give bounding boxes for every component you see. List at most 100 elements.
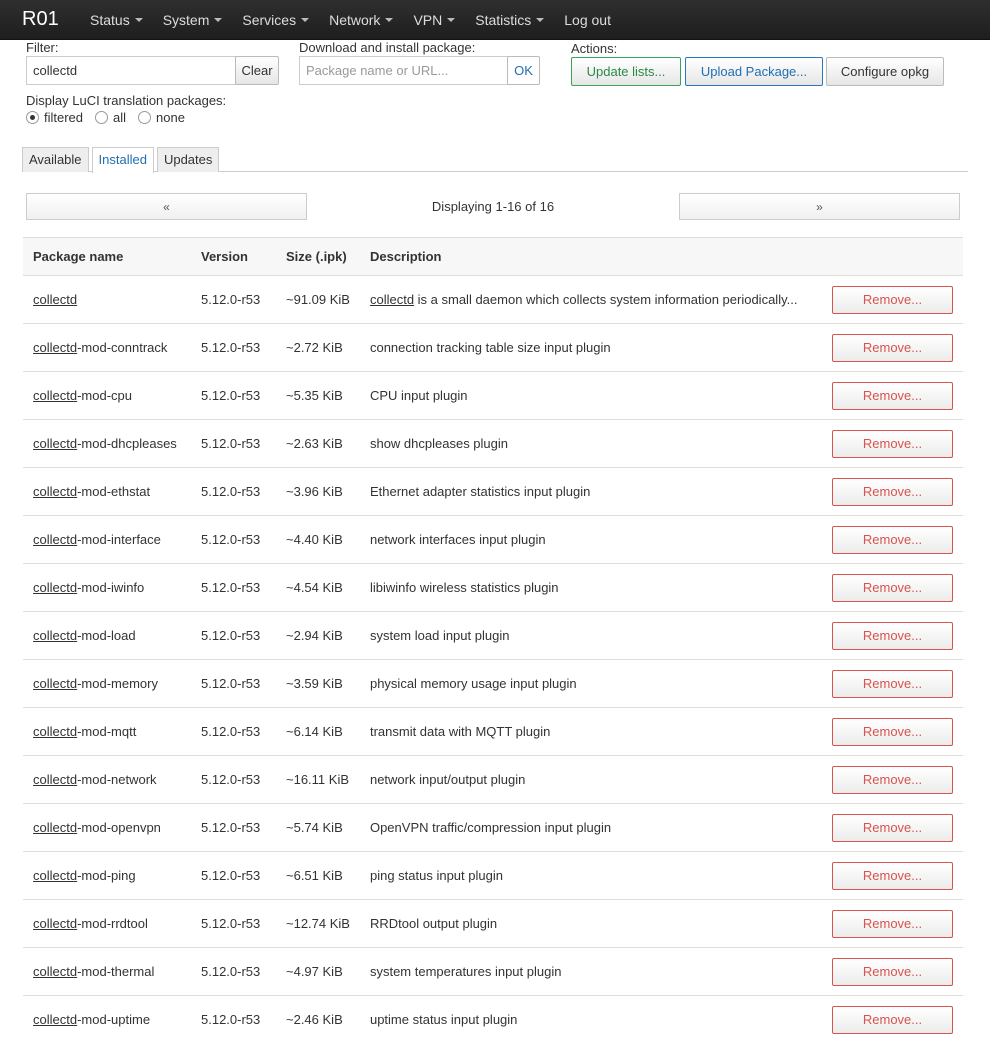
description-text: uptime status input plugin [369,1012,518,1028]
version-cell: 5.12.0-r53 [201,388,261,403]
package-link[interactable]: collectd [33,916,77,931]
nav-vpn[interactable]: VPN [413,12,456,28]
remove-button[interactable]: Remove... [832,285,953,314]
remove-button[interactable]: Remove... [832,429,953,458]
size-cell: ~6.14 KiB [286,724,343,739]
description-text: show dhcpleases plugin [369,436,509,451]
description-cell: collectd is a small daemon which collect… [360,276,822,324]
remove-button[interactable]: Remove... [832,525,953,554]
filter-input[interactable] [26,56,236,85]
description-text: physical memory usage input plugin [369,676,577,691]
package-name-cell: collectd-mod-openvpn [23,804,191,852]
package-name-cell: collectd-mod-conntrack [23,324,191,372]
package-link[interactable]: collectd [33,628,77,643]
update-lists-button[interactable]: Update lists... [571,57,681,86]
remove-button[interactable]: Remove... [832,765,953,794]
remove-button[interactable]: Remove... [832,477,953,506]
description-text: RRDtool output plugin [369,916,498,931]
next-page-button[interactable]: » [679,193,960,220]
remove-button[interactable]: Remove... [832,813,953,842]
package-suffix: -mod-load [77,628,136,643]
radio-none-label[interactable]: none [156,110,185,125]
nav-logout[interactable]: Log out [564,12,611,28]
size-cell: ~4.54 KiB [286,580,343,595]
remove-button[interactable]: Remove... [832,333,953,362]
package-link[interactable]: collectd [33,580,77,595]
package-link[interactable]: collectd [33,964,77,979]
version-cell: 5.12.0-r53 [201,580,261,595]
package-suffix: -mod-mqtt [77,724,137,739]
radio-all-label[interactable]: all [113,110,126,125]
package-suffix: -mod-iwinfo [77,580,145,595]
nav-statistics[interactable]: Statistics [475,12,545,28]
package-link[interactable]: collectd [33,436,77,451]
package-link[interactable]: collectd [33,1012,77,1027]
table-row: collectd-mod-mqtt 5.12.0-r53 ~6.14 KiB tran… [23,707,963,756]
package-link[interactable]: collectd [33,724,77,739]
clear-filter-button[interactable]: Clear [235,56,279,85]
package-link[interactable]: collectd [33,388,77,403]
nav-status[interactable]: Status [90,12,143,28]
remove-button[interactable]: Remove... [832,909,953,938]
package-name-cell: collectd-mod-dhcpleases [23,420,191,468]
description-text: transmit data with MQTT plugin [369,724,551,739]
radio-none[interactable] [138,111,152,124]
package-link[interactable]: collectd [33,292,77,307]
install-ok-button[interactable]: OK [507,56,540,85]
package-url-input[interactable] [299,56,509,85]
description-cell: network interfaces input plugin [360,516,822,564]
remove-button[interactable]: Remove... [832,381,953,410]
package-link[interactable]: collectd [370,292,414,307]
package-suffix: -mod-conntrack [77,340,168,355]
package-link[interactable]: collectd [33,820,77,835]
actions-cell: Remove... [822,372,963,420]
upload-package-button[interactable]: Upload Package... [685,57,823,86]
version-cell: 5.12.0-r53 [201,772,261,787]
size-cell: ~2.46 KiB [286,1012,343,1028]
brand-title[interactable]: R01 [0,8,90,31]
remove-button[interactable]: Remove... [832,621,953,650]
table-row: collectd-mod-uptime 5.12.0-r53 ~2.46 KiB up… [23,995,963,1044]
package-link[interactable]: collectd [33,772,77,787]
package-link[interactable]: collectd [33,532,77,547]
tab-available[interactable]: Available [22,147,89,172]
package-link[interactable]: collectd [33,484,77,499]
actions-cell: Remove... [822,996,963,1044]
table-row: collectd-mod-thermal 5.12.0-r53 ~4.97 KiB s… [23,947,963,996]
remove-button[interactable]: Remove... [832,1005,953,1034]
chevron-down-icon [134,17,143,22]
radio-filtered-label[interactable]: filtered [44,110,83,125]
table-row: collectd-mod-ping 5.12.0-r53 ~6.51 KiB ping… [23,851,963,900]
package-name-cell: collectd-mod-cpu [23,372,191,420]
table-row: collectd-mod-dhcpleases 5.12.0-r53 ~2.63 K… [23,419,963,468]
version-cell: 5.12.0-r53 [201,532,261,547]
nav-services[interactable]: Services [242,12,310,28]
remove-button[interactable]: Remove... [832,957,953,986]
prev-page-button[interactable]: « [26,193,307,220]
remove-button[interactable]: Remove... [832,861,953,890]
nav-network[interactable]: Network [329,12,394,28]
nav-system[interactable]: System [163,12,223,28]
chevron-down-icon [536,17,545,22]
tab-installed[interactable]: Installed [91,147,154,173]
version-cell: 5.12.0-r53 [201,292,261,307]
installed-packages-table: Package name Version Size (.ipk) Descrip… [23,237,963,1044]
description-cell: system load input plugin [360,612,822,660]
tab-updates[interactable]: Updates [156,147,220,172]
col-version: Version [201,249,248,264]
configure-opkg-button[interactable]: Configure opkg [826,57,944,86]
description-cell: Ethernet adapter statistics input plugin [360,468,822,516]
radio-filtered[interactable] [26,111,39,124]
remove-button[interactable]: Remove... [832,717,953,746]
pager-status: Displaying 1-16 of 16 [431,199,555,214]
package-link[interactable]: collectd [33,676,77,691]
size-cell: ~16.11 KiB [286,772,350,787]
radio-all[interactable] [95,111,109,124]
size-cell: ~2.72 KiB [286,340,343,355]
table-row: collectd-mod-conntrack 5.12.0-r53 ~2.72 Ki… [23,323,963,372]
package-suffix: -mod-ping [77,868,136,883]
package-link[interactable]: collectd [33,868,77,883]
package-link[interactable]: collectd [33,340,77,355]
remove-button[interactable]: Remove... [832,669,953,698]
remove-button[interactable]: Remove... [832,573,953,602]
